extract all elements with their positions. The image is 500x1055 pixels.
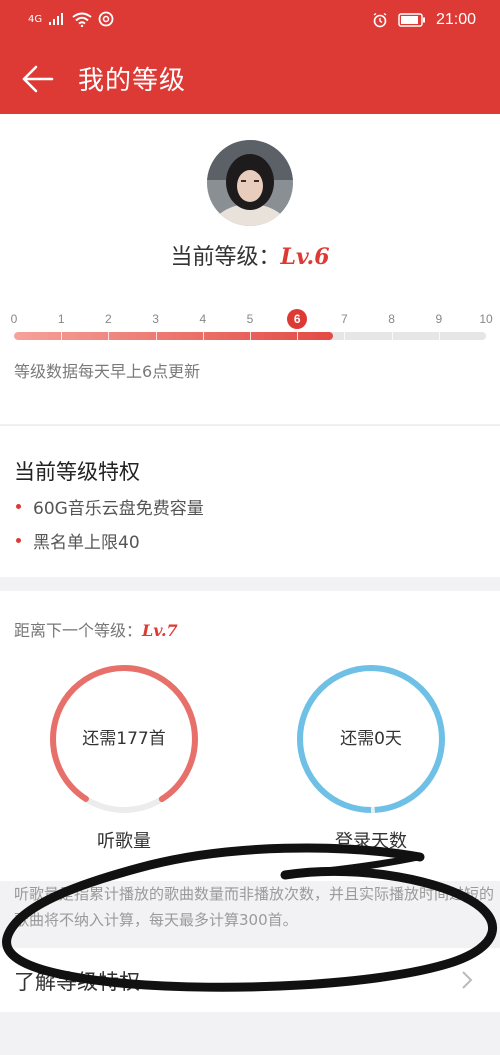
privilege-text: 60G音乐云盘免费容量 (33, 499, 204, 519)
battery-icon (398, 13, 425, 27)
level-tick: 9 (435, 312, 443, 326)
level-progress-track (14, 332, 486, 340)
track-divider (344, 332, 346, 340)
back-arrow-icon[interactable] (20, 62, 56, 96)
avatar[interactable] (207, 140, 293, 226)
network-type: 4G (28, 13, 43, 25)
level-card: 当前等级：Lv.6 0 1 2 3 4 5 6 7 8 9 10 等级数据每天早上6点更新 (0, 114, 500, 424)
status-right: 21:00 (372, 11, 476, 29)
privilege-item: 黑名单上限40 (16, 528, 140, 553)
track-divider (155, 332, 157, 340)
clock: 21:00 (435, 11, 476, 28)
netease-icon (98, 11, 114, 27)
level-tick: 4 (199, 312, 207, 326)
level-tick: 1 (57, 312, 65, 326)
current-level: 当前等级：Lv.6 (0, 239, 500, 271)
track-divider (297, 332, 299, 340)
current-level-label: 当前等级： (170, 245, 281, 270)
level-tick: 8 (388, 312, 395, 326)
level-tick: 6 (287, 309, 308, 329)
bullet-dot (16, 504, 21, 509)
update-note: 等级数据每天早上6点更新 (14, 362, 201, 381)
learn-privileges-row[interactable]: 了解等级特权 (0, 948, 500, 1012)
page-title: 我的等级 (78, 66, 187, 96)
listen-count-label: 听歌量 (97, 831, 151, 852)
track-divider (108, 332, 110, 340)
level-tick: 0 (10, 312, 18, 326)
level-tick: 7 (341, 312, 348, 326)
status-bar: 4G 21:00 (0, 0, 500, 42)
bullet-dot (16, 538, 21, 543)
level-tick: 10 (479, 312, 493, 326)
footnote: 听歌量是指累计播放的歌曲数量而非播放次数，并且实际播放时间过短的歌曲将不纳入计算… (14, 885, 495, 929)
track-divider (202, 332, 204, 340)
signal-icon (49, 13, 64, 25)
wifi-icon (72, 12, 92, 27)
privilege-text: 黑名单上限40 (33, 533, 140, 553)
listen-count-remaining: 还需177首 (82, 729, 166, 749)
listen-count-ring: 还需177首 (49, 664, 199, 814)
chevron-right-icon (462, 971, 473, 989)
track-divider (438, 332, 440, 340)
next-level-card: 距离下一个等级：Lv.7 还需177首 听歌量 还需0天 登录天数 (0, 591, 500, 881)
alarm-icon (373, 12, 387, 28)
track-divider (61, 332, 63, 340)
level-scale: 0 1 2 3 4 5 6 7 8 9 10 (10, 309, 493, 332)
current-level-value: Lv.6 (280, 244, 330, 270)
privilege-item: 60G音乐云盘免费容量 (16, 494, 204, 519)
track-divider (250, 332, 251, 340)
footnote-area: 听歌量是指累计播放的歌曲数量而非播放次数，并且实际播放时间过短的歌曲将不纳入计算… (0, 881, 500, 947)
level-tick: 5 (246, 312, 254, 326)
privileges-title: 当前等级特权 (14, 460, 140, 484)
app-bar: 我的等级 (0, 42, 500, 114)
login-days-label: 登录天数 (335, 831, 407, 852)
next-level-value: Lv.7 (142, 621, 178, 640)
learn-privileges-label: 了解等级特权 (14, 970, 140, 994)
status-left: 4G (28, 11, 114, 27)
login-days-ring: 还需0天 (296, 664, 446, 814)
track-divider (391, 332, 393, 340)
level-tick: 3 (152, 312, 159, 326)
login-days-remaining: 还需0天 (340, 729, 402, 749)
privileges-card: 当前等级特权 60G音乐云盘免费容量 黑名单上限40 (0, 425, 500, 577)
level-tick: 2 (105, 312, 112, 326)
next-level-title: 距离下一个等级：Lv.7 (14, 617, 178, 641)
next-level-label: 距离下一个等级： (14, 621, 143, 640)
